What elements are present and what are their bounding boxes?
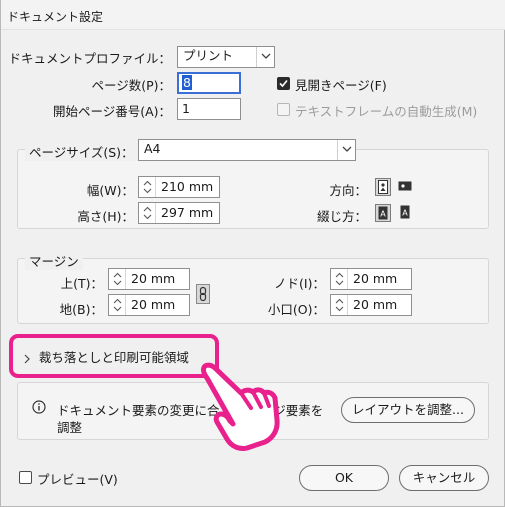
stepper-arrows-icon[interactable] <box>139 177 156 197</box>
orientation-label: 方向： <box>329 183 367 198</box>
top-margin-label: 上(T)： <box>60 276 103 291</box>
profile-value: プリント <box>183 48 234 63</box>
pages-input[interactable]: 8 <box>177 72 241 94</box>
adjust-layout-button[interactable]: レイアウトを調整... <box>341 397 475 423</box>
facing-pages-label: 見開きページ(F) <box>295 78 387 93</box>
svg-text:A: A <box>402 209 408 218</box>
pages-value: 8 <box>182 75 192 90</box>
title-bar[interactable]: ドキュメント設定 <box>1 0 505 30</box>
info-icon <box>32 400 46 417</box>
text-frame-checkbox[interactable] <box>277 103 290 116</box>
inside-margin-label: ノド(I)： <box>274 276 325 291</box>
height-label: 高さ(H)： <box>77 209 134 224</box>
start-page-value: 1 <box>182 101 190 116</box>
width-value: 210 mm <box>161 179 214 194</box>
top-margin-value: 20 mm <box>131 271 176 286</box>
stepper-arrows-icon[interactable] <box>331 269 348 289</box>
ok-button[interactable]: OK <box>299 465 389 491</box>
link-chain-icon[interactable] <box>196 284 210 304</box>
stepper-arrows-icon[interactable] <box>331 295 348 315</box>
start-page-label: 開始ページ番号(A)： <box>52 104 171 119</box>
top-margin-stepper[interactable]: 20 mm <box>108 268 190 290</box>
page-size-dropdown[interactable]: A4 <box>138 139 356 161</box>
inside-margin-value: 20 mm <box>353 271 398 286</box>
height-value: 297 mm <box>161 205 214 220</box>
pages-label: ページ数(P)： <box>91 78 171 93</box>
bottom-margin-label: 地(B)： <box>59 302 103 317</box>
cancel-button[interactable]: キャンセル <box>399 465 489 491</box>
checkmark-icon <box>279 79 288 88</box>
outside-margin-label: 小口(O)： <box>267 302 325 317</box>
stepper-arrows-icon[interactable] <box>109 295 126 315</box>
binding-left-icon[interactable]: A <box>375 204 391 222</box>
preview-label: プレビュー(V) <box>37 472 118 487</box>
svg-text:A: A <box>380 210 386 219</box>
stepper-arrows-icon[interactable] <box>109 269 126 289</box>
preview-checkbox[interactable] <box>19 471 32 484</box>
window-title: ドキュメント設定 <box>7 10 104 24</box>
annotation-highlight-box <box>9 334 219 378</box>
document-setup-dialog: ドキュメント設定 ドキュメントプロファイル： プリント ページ数(P)： 8 開… <box>0 0 505 507</box>
stepper-arrows-icon[interactable] <box>139 203 156 223</box>
chevron-down-icon <box>256 47 274 67</box>
facing-pages-checkbox[interactable] <box>277 77 290 90</box>
height-stepper[interactable]: 297 mm <box>138 202 220 224</box>
profile-label: ドキュメントプロファイル： <box>8 51 171 66</box>
text-frame-label: テキストフレームの自動生成(M) <box>295 104 478 119</box>
profile-dropdown[interactable]: プリント <box>177 46 275 68</box>
margins-legend: マージン <box>25 251 83 270</box>
width-stepper[interactable]: 210 mm <box>138 176 220 198</box>
inside-margin-stepper[interactable]: 20 mm <box>330 268 412 290</box>
info-text-line2: 調整 <box>57 420 83 435</box>
outside-margin-stepper[interactable]: 20 mm <box>330 294 412 316</box>
page-size-value: A4 <box>144 141 161 156</box>
landscape-orientation-icon[interactable] <box>397 178 413 196</box>
pointing-hand-icon <box>201 362 280 451</box>
binding-label: 綴じ方： <box>316 209 367 224</box>
page-size-label: ページサイズ(S)： <box>25 142 138 161</box>
width-label: 幅(W)： <box>86 183 134 198</box>
portrait-orientation-icon[interactable] <box>375 178 391 196</box>
outside-margin-value: 20 mm <box>353 297 398 312</box>
bottom-margin-stepper[interactable]: 20 mm <box>108 294 190 316</box>
chevron-down-icon <box>337 140 355 160</box>
start-page-input[interactable]: 1 <box>177 98 241 120</box>
binding-right-icon[interactable]: A <box>397 204 413 222</box>
bottom-margin-value: 20 mm <box>131 297 176 312</box>
